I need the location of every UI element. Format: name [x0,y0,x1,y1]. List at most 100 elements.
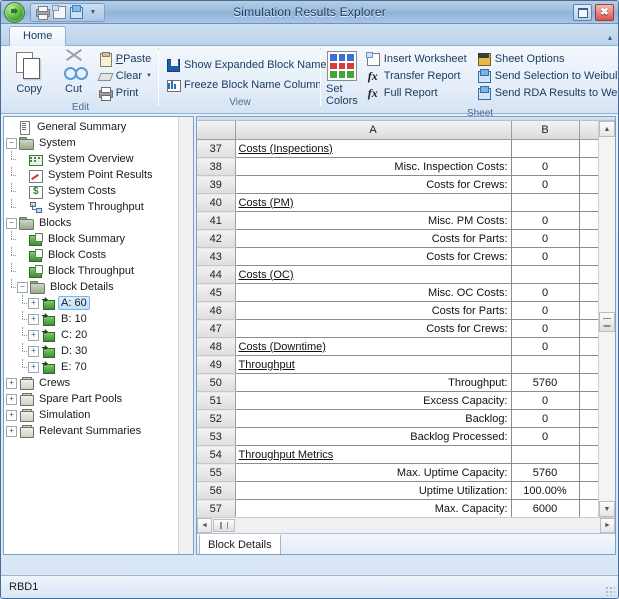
cell-a[interactable]: Throughput Metrics [235,445,512,464]
cell-overflow[interactable] [579,211,598,230]
cell-overflow[interactable] [579,409,598,428]
tree-expander-plus-icon[interactable]: + [28,361,39,373]
cell-a[interactable]: Excess Capacity: [235,391,512,410]
sheet-options-button[interactable]: Sheet Options [475,51,618,67]
row-header[interactable]: 41 [197,211,236,230]
resize-grip-icon[interactable] [605,586,615,596]
tree-item-e-70[interactable]: + E: 70 [6,359,193,375]
cell-overflow[interactable] [579,139,598,158]
tree-item-system-point-results[interactable]: System Point Results [6,167,193,183]
tree-item-a-60[interactable]: + A: 60 [6,295,193,311]
cell-a[interactable]: Costs (PM) [235,193,512,212]
cell-a[interactable]: Costs for Crews: [235,175,512,194]
cell-overflow[interactable] [579,427,598,446]
qat-print-preview-icon[interactable] [52,5,66,19]
tree-expander-minus-icon[interactable]: − [17,281,28,293]
row-header[interactable]: 43 [197,247,236,266]
tree-item-system-costs[interactable]: $ System Costs [6,183,193,199]
tree-item-crews[interactable]: + Crews [6,375,193,391]
clear-dropdown-icon[interactable]: ▼ [146,73,152,79]
cell-b[interactable] [511,193,580,212]
cell-a[interactable]: Costs for Crews: [235,247,512,266]
tree-expander-plus-icon[interactable]: + [28,329,39,341]
tree-expander-plus-icon[interactable]: + [6,425,17,437]
cell-overflow[interactable] [579,463,598,482]
qat-print-icon[interactable] [35,5,50,20]
cell-a[interactable]: Throughput: [235,373,512,392]
freeze-block-name-column-button[interactable]: Freeze Block Name Column [164,77,328,93]
sheet-tab-block-details[interactable]: Block Details [199,534,281,554]
app-menu-orb-icon[interactable] [4,1,25,23]
ribbon-collapse-icon[interactable]: ▴ [608,33,612,42]
vertical-scrollbar[interactable]: ▲ ▼ [598,121,615,517]
cell-a[interactable]: Max. Uptime Capacity: [235,463,512,482]
tree-expander-plus-icon[interactable]: + [6,409,17,421]
grid-area[interactable]: A B 37 Costs (Inspections) 38 Misc. Inspect… [197,121,598,517]
row-header[interactable]: 54 [197,445,236,464]
cell-overflow[interactable] [579,355,598,374]
cell-a[interactable]: Uptime Utilization: [235,481,512,500]
cell-a[interactable]: Costs (Inspections) [235,139,512,158]
cell-overflow[interactable] [579,301,598,320]
qat-customize-icon[interactable]: ▼ [86,5,100,19]
cell-a[interactable]: Costs (OC) [235,265,512,284]
set-colors-button[interactable]: Set Colors [326,50,358,107]
insert-worksheet-button[interactable]: Insert Worksheet [364,51,469,67]
tree-expander-minus-icon[interactable]: − [6,217,17,229]
cell-b[interactable]: 0 [511,427,580,446]
tree-item-general-summary[interactable]: General Summary [6,119,193,135]
cell-a[interactable]: Misc. Inspection Costs: [235,157,512,176]
row-header[interactable]: 39 [197,175,236,194]
cell-overflow[interactable] [579,391,598,410]
cell-overflow[interactable] [579,157,598,176]
row-header[interactable]: 55 [197,463,236,482]
cell-b[interactable]: 0 [511,319,580,338]
cell-a[interactable]: Costs for Crews: [235,319,512,338]
row-header[interactable]: 48 [197,337,236,356]
tree-item-c-20[interactable]: + C: 20 [6,327,193,343]
select-all-corner[interactable] [197,121,236,140]
cell-b[interactable]: 0 [511,175,580,194]
row-header[interactable]: 46 [197,301,236,320]
cell-overflow[interactable] [579,445,598,464]
tree-expander-plus-icon[interactable]: + [28,297,39,309]
vertical-scroll-thumb[interactable] [599,312,615,332]
tree-item-simulation[interactable]: + Simulation [6,407,193,423]
row-header[interactable]: 42 [197,229,236,248]
transfer-report-button[interactable]: fx Transfer Report [364,68,469,84]
cell-overflow[interactable] [579,265,598,284]
cell-overflow[interactable] [579,337,598,356]
tree-item-blocks[interactable]: − Blocks [6,215,193,231]
tree-item-system-overview[interactable]: System Overview [6,151,193,167]
scroll-up-button[interactable]: ▲ [599,121,615,137]
copy-button[interactable]: Copy [7,50,51,95]
cell-overflow[interactable] [579,499,598,517]
cell-a[interactable]: Backlog Processed: [235,427,512,446]
row-header[interactable]: 47 [197,319,236,338]
row-header[interactable]: 51 [197,391,236,410]
tree-item-system[interactable]: − System [6,135,193,151]
clear-button[interactable]: Clear ▼ [96,68,154,84]
cell-overflow[interactable] [579,481,598,500]
cell-overflow[interactable] [579,373,598,392]
cell-b[interactable]: 100.00% [511,481,580,500]
send-rda-results-to-weibull-button[interactable]: Send RDA Results to Weibull [475,85,618,101]
cell-b[interactable]: 0 [511,247,580,266]
row-header[interactable]: 38 [197,157,236,176]
cell-b[interactable]: 0 [511,211,580,230]
tree-item-system-throughput[interactable]: System Throughput [6,199,193,215]
tree-item-block-costs[interactable]: Block Costs [6,247,193,263]
row-header[interactable]: 37 [197,139,236,158]
row-header[interactable]: 45 [197,283,236,302]
column-header-partial[interactable] [579,121,598,140]
qat-export-word-icon[interactable] [69,5,83,19]
cell-b[interactable] [511,265,580,284]
cell-a[interactable]: Max. Capacity: [235,499,512,517]
cell-a[interactable]: Backlog: [235,409,512,428]
cell-overflow[interactable] [579,283,598,302]
cell-a[interactable]: Costs for Parts: [235,301,512,320]
cell-b[interactable]: 0 [511,283,580,302]
tree-item-spare-part-pools[interactable]: + Spare Part Pools [6,391,193,407]
cell-overflow[interactable] [579,193,598,212]
cell-overflow[interactable] [579,175,598,194]
